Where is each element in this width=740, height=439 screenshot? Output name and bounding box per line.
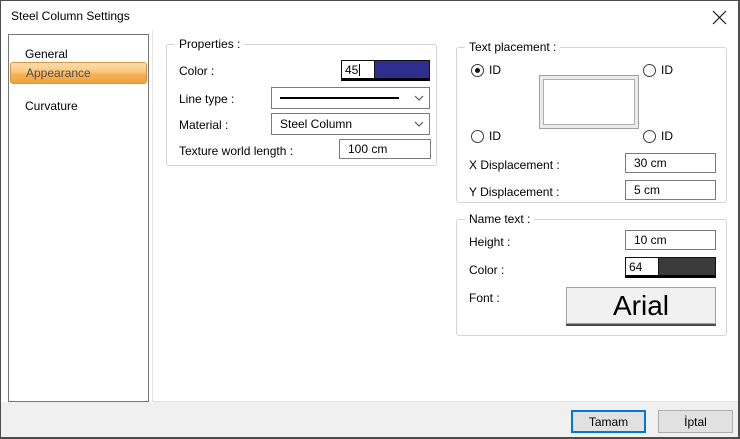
radio-label: ID [489,129,501,143]
sidebar-item-label: Appearance [26,66,91,80]
radio-label: ID [489,63,501,77]
name-color-number-value: 64 [629,259,643,274]
y-displacement-label: Y Displacement : [469,185,560,199]
line-preview [280,97,399,99]
sidebar-item-curvature[interactable]: Curvature [10,95,147,117]
x-displacement-input[interactable]: 30 cm [625,153,716,173]
name-color-number-input[interactable]: 64 [626,258,659,275]
footer: Tamam İptal [1,402,738,437]
dialog-title: Steel Column Settings [11,9,130,23]
close-icon [712,10,726,24]
material-dropdown[interactable]: Steel Column [271,113,430,135]
x-displacement-label: X Displacement : [469,158,560,172]
name-color-control[interactable]: 64 [625,257,716,278]
cancel-button[interactable]: İptal [658,410,733,433]
color-number-value: 45 [345,62,359,77]
radio-id-top-left[interactable]: ID [471,63,501,77]
chevron-down-icon [413,92,425,104]
text-placement-group-label: Text placement : [465,40,561,54]
radio-id-top-right[interactable]: ID [643,63,673,77]
font-button[interactable]: Arial [566,287,716,324]
radio-label: ID [661,129,673,143]
text-placement-group: Text placement : ID ID ID ID X Displacem… [456,40,727,203]
name-height-input[interactable]: 10 cm [625,230,716,250]
y-displacement-input[interactable]: 5 cm [625,180,716,200]
sidebar-item-label: Curvature [25,99,78,113]
color-label: Color : [179,64,215,78]
name-color-swatch[interactable] [659,258,715,275]
titlebar: Steel Column Settings [1,1,738,31]
radio-label: ID [661,63,673,77]
sidebar-item-label: General [25,47,68,61]
name-text-group: Name text : Height : 10 cm Color : 64 Fo… [456,212,727,336]
material-value: Steel Column [280,117,353,131]
radio-id-bottom-right[interactable]: ID [643,129,673,143]
material-label: Material : [179,118,229,132]
radio-circle [471,129,484,143]
sidebar-item-appearance[interactable]: Appearance [10,62,147,84]
radio-circle [643,129,656,143]
font-label: Font : [469,291,500,305]
ok-button[interactable]: Tamam [571,410,646,433]
properties-group: Properties : Color : 45 Line type : Mate… [166,37,437,166]
text-cursor [359,63,361,76]
radio-circle-selected [471,63,484,77]
column-color-control[interactable]: 45 [341,60,430,81]
name-color-label: Color : [469,263,505,277]
texture-length-input[interactable]: 100 cm [339,139,431,159]
color-number-input[interactable]: 45 [342,61,375,78]
dialog-steel-column-settings: Steel Column Settings General Appearance… [0,0,740,439]
properties-group-label: Properties : [175,37,245,51]
line-type-label: Line type : [179,92,235,106]
placement-preview-rect [539,75,639,129]
radio-circle [643,63,656,77]
color-swatch[interactable] [375,61,429,78]
name-text-group-label: Name text : [465,212,535,226]
chevron-down-icon [413,118,425,130]
line-type-dropdown[interactable] [271,87,430,109]
close-button[interactable] [708,6,730,28]
radio-id-bottom-left[interactable]: ID [471,129,501,143]
height-label: Height : [469,235,511,249]
texture-length-label: Texture world length : [179,144,294,158]
sidebar: General Appearance Curvature [8,34,149,402]
